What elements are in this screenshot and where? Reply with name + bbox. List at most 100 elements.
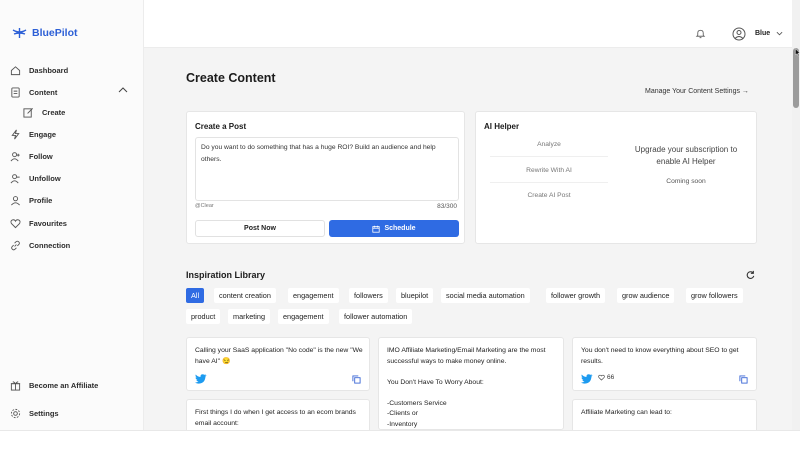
brand-name: BluePilot [32,27,78,39]
inspiration-card[interactable]: IMO Affiliate Marketing/Email Marketing … [378,337,564,430]
post-now-button[interactable]: Post Now [195,220,325,237]
chevron-up-icon[interactable] [118,87,128,93]
card-text: You don't need to know everything about … [581,347,739,365]
calendar-icon [372,225,381,233]
sidebar-item-label: Create [42,107,66,117]
sidebar-item-label: Follow [29,151,53,161]
sidebar-item-create[interactable]: Create [23,104,147,120]
sidebar-item-label: Settings [29,408,59,418]
chip[interactable]: followers [349,288,388,303]
bell-icon[interactable] [695,28,706,39]
sidebar-item-label: Favourites [29,218,67,228]
inspiration-card[interactable]: Calling your SaaS application "No code" … [186,337,370,391]
copy-icon[interactable] [352,375,361,384]
bolt-icon [11,129,20,139]
likes-count[interactable]: 66 [598,374,614,381]
edit-icon [23,107,33,118]
home-icon [10,65,21,75]
scrollbar-thumb[interactable] [793,48,799,108]
inspiration-title: Inspiration Library [186,270,266,280]
user-icon [11,195,20,205]
document-icon [11,86,20,98]
clear-link[interactable]: @Clear [195,203,214,209]
sidebar-item-settings[interactable]: Settings [10,405,134,421]
post-textarea[interactable]: Do you want to do something that has a h… [195,137,459,201]
main-content: Create Content Manage Your Content Setti… [144,48,792,430]
user-minus-icon [10,173,20,183]
cursor-icon [795,48,800,57]
analyze-option[interactable]: Analyze [486,141,612,148]
card-text: IMO Affiliate Marketing/Email Marketing … [387,347,546,428]
likes-value: 66 [607,374,615,381]
sidebar-item-profile[interactable]: Profile [10,192,134,208]
chip[interactable]: grow audience [617,288,675,303]
divider [490,156,608,157]
ai-helper-title: AI Helper [484,122,520,131]
rewrite-option[interactable]: Rewrite With AI [486,167,612,174]
sidebar-item-engage[interactable]: Engage [10,126,134,142]
divider [490,182,608,183]
sidebar-item-dashboard[interactable]: Dashboard [10,62,134,78]
twitter-icon[interactable] [195,374,207,384]
sidebar-item-favourites[interactable]: Favourites [10,215,134,231]
create-post-title: Create a Post [195,122,247,131]
chip[interactable]: bluepilot [396,288,434,303]
twitter-icon[interactable] [581,374,593,384]
chip[interactable]: marketing [228,309,271,324]
sidebar-item-label: Content [29,87,58,97]
sidebar-item-label: Unfollow [29,173,61,183]
create-ai-post-option[interactable]: Create AI Post [486,192,612,199]
schedule-button[interactable]: Schedule [329,220,459,237]
chip[interactable]: follower automation [339,309,413,324]
inspiration-card[interactable]: Affiliate Marketing can lead to: [572,399,757,430]
sidebar-item-label: Engage [29,129,57,139]
chip-all[interactable]: All [186,288,205,303]
sidebar-item-follow[interactable]: Follow [10,148,134,164]
sidebar-item-label: Connection [29,240,71,250]
gear-icon [10,408,21,418]
sidebar-item-label: Become an Affiliate [29,380,99,390]
heart-icon [598,374,605,381]
user-name[interactable]: Blue [755,30,770,37]
sidebar-item-content[interactable]: Content [10,84,134,100]
create-post-card: Create a Post Do you want to do somethin… [186,111,465,244]
chip[interactable]: engagement [288,288,339,303]
card-text: Calling your SaaS application "No code" … [195,347,363,365]
heart-icon [10,218,21,228]
link-icon [11,240,20,250]
char-count: 83/300 [437,203,457,210]
upgrade-message: Upgrade your subscription to enable AI H… [634,145,738,166]
avatar-icon[interactable] [732,27,746,41]
sidebar: BluePilot Dashboard Content Create Engag… [0,0,144,430]
inspiration-card[interactable]: First things I do when I get access to a… [186,399,370,430]
manage-settings-link[interactable]: Manage Your Content Settings → [645,88,749,95]
chevron-down-icon[interactable] [776,31,783,36]
coming-soon: Coming soon [666,178,706,185]
refresh-icon[interactable] [745,270,755,280]
inspiration-card[interactable]: You don't need to know everything about … [572,337,757,391]
user-plus-icon [10,151,20,161]
sidebar-item-label: Profile [29,195,53,205]
copy-icon[interactable] [739,375,748,384]
top-bar: Blue [144,0,792,48]
page-title: Create Content [186,71,276,85]
chip[interactable]: product [186,309,221,324]
chip[interactable]: engagement [278,309,329,324]
schedule-label: Schedule [384,225,416,232]
card-text: First things I do when I get access to a… [195,409,356,427]
sidebar-item-connection[interactable]: Connection [10,237,134,253]
brand-logo[interactable]: BluePilot [12,27,78,39]
gift-icon [10,380,21,391]
chip[interactable]: grow followers [686,288,743,303]
sidebar-item-label: Dashboard [29,65,69,75]
chip[interactable]: social media automation [441,288,530,303]
dragonfly-logo-icon [12,28,27,38]
bottom-strip [0,430,800,450]
post-now-label: Post Now [244,225,276,232]
card-text: Affiliate Marketing can lead to: [581,409,672,416]
sidebar-item-unfollow[interactable]: Unfollow [10,170,134,186]
chip[interactable]: content creation [214,288,276,303]
sidebar-item-affiliate[interactable]: Become an Affiliate [10,377,134,393]
chip[interactable]: follower growth [546,288,606,303]
ai-helper-card: AI Helper Analyze Rewrite With AI Create… [475,111,757,244]
